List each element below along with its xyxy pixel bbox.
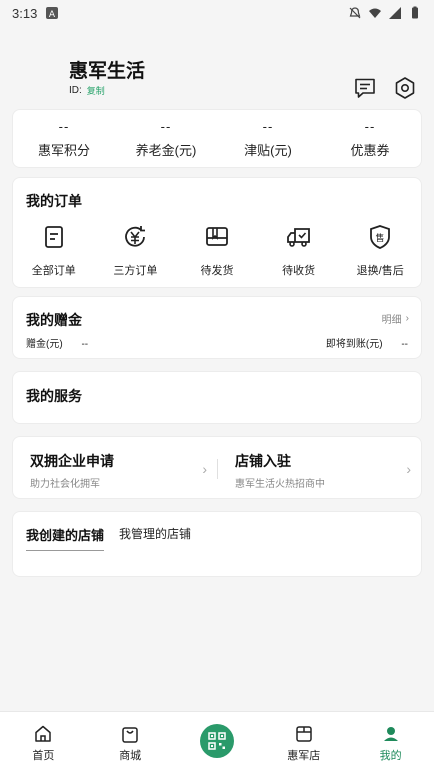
gift-card: 我的赠金 明细 › 赠金(元) -- 即将到账(元) -- [12, 296, 422, 359]
order-label: 待发货 [200, 265, 234, 277]
home-icon [35, 725, 52, 742]
order-after-sale-button[interactable]: 售 退换/售后 [339, 224, 421, 278]
stat-value: -- [58, 118, 70, 134]
orders-card: 我的订单 全部订单 三方订单 待发货 待收货 售 退换/售后 [12, 177, 422, 288]
tab-scan[interactable] [174, 712, 261, 771]
stat-label: 优惠券 [350, 142, 390, 158]
gift-balance-label: 赠金(元) [26, 339, 63, 350]
stats-card: -- 惠军积分 -- 养老金(元) -- 津贴(元) -- 优惠券 [12, 109, 422, 168]
message-icon[interactable] [353, 76, 377, 100]
chevron-right-icon: › [405, 313, 409, 324]
shopping-bag-icon [122, 727, 138, 743]
stat-value: -- [364, 118, 376, 134]
document-icon [44, 226, 63, 248]
svg-text:售: 售 [376, 232, 385, 244]
order-label: 三方订单 [113, 265, 158, 277]
store-join-button[interactable]: 店铺入驻 惠军生活火热招商中 › [217, 437, 421, 498]
tab-label: 我的 [379, 750, 402, 762]
shops-card: 我创建的店铺 我管理的店铺 [12, 511, 422, 577]
stat-label: 津贴(元) [244, 142, 292, 158]
apply-title: 双拥企业申请 [30, 453, 114, 469]
tab-home[interactable]: 首页 [0, 712, 87, 771]
tab-label: 惠军店 [287, 750, 321, 762]
copy-id-link[interactable]: 复制 [87, 84, 105, 97]
order-label: 全部订单 [31, 265, 76, 277]
battery-icon [412, 6, 418, 19]
profile-header: 惠军生活 ID: 复制 [0, 26, 434, 106]
stat-value: -- [262, 118, 274, 134]
enterprise-apply-button[interactable]: 双拥企业申请 助力社会化拥军 › [13, 437, 217, 498]
status-time: 3:13 [12, 5, 38, 21]
chevron-right-icon: › [406, 461, 411, 477]
apply-card: 双拥企业申请 助力社会化拥军 › 店铺入驻 惠军生活火热招商中 › [12, 436, 422, 499]
yuan-refresh-icon [125, 226, 146, 247]
svg-text:A: A [49, 10, 56, 20]
tab-my-created-shops[interactable]: 我创建的店铺 [26, 525, 105, 551]
mute-icon [349, 7, 361, 19]
qr-code-icon [208, 732, 226, 750]
tab-label: 首页 [32, 750, 55, 762]
stat-coupons[interactable]: -- 优惠券 [319, 110, 421, 167]
apply-title: 店铺入驻 [235, 453, 291, 469]
order-row: 全部订单 三方订单 待发货 待收货 售 退换/售后 [13, 224, 421, 278]
services-card: 我的服务 [12, 371, 422, 424]
gift-title: 我的赠金 [26, 312, 82, 328]
apply-subtitle: 助力社会化拥军 [30, 479, 100, 490]
shield-sale-icon: 售 [370, 225, 391, 249]
order-to-ship-button[interactable]: 待发货 [176, 224, 258, 278]
stat-label: 惠军积分 [37, 142, 90, 158]
status-bar: 3:13 A [0, 0, 434, 26]
detail-label: 明细 [381, 315, 402, 326]
stat-points[interactable]: -- 惠军积分 [13, 110, 115, 167]
stat-value: -- [160, 118, 172, 134]
signal-icon [389, 7, 401, 19]
stat-label: 养老金(元) [135, 142, 197, 158]
chevron-right-icon: › [202, 461, 207, 477]
tab-mine[interactable]: 我的 [347, 712, 434, 771]
gift-pending-value: -- [401, 339, 408, 350]
gift-detail-link[interactable]: 明细 › [382, 311, 409, 326]
store-icon [296, 726, 312, 742]
tab-label: 商城 [119, 750, 142, 762]
user-id-row: ID: 复制 [69, 84, 105, 97]
gift-balance-row: 赠金(元) -- 即将到账(元) -- [26, 335, 408, 350]
user-icon [383, 727, 398, 741]
services-title: 我的服务 [26, 388, 82, 404]
bottom-tab-bar: 首页 商城 惠军店 我的 [0, 711, 434, 771]
tab-store[interactable]: 惠军店 [260, 712, 347, 771]
truck-icon [286, 228, 310, 247]
qr-button[interactable] [199, 724, 234, 758]
id-label: ID: [69, 85, 82, 96]
header-actions [353, 76, 417, 100]
orders-title: 我的订单 [26, 193, 82, 209]
tab-my-managed-shops[interactable]: 我管理的店铺 [119, 525, 191, 542]
notification-a-icon: A [46, 7, 59, 20]
page-title: 惠军生活 [69, 61, 146, 82]
stat-allowance[interactable]: -- 津贴(元) [217, 110, 319, 167]
tab-mall[interactable]: 商城 [87, 712, 174, 771]
gift-balance-value: -- [81, 339, 89, 350]
box-icon [206, 227, 228, 246]
wifi-icon [369, 8, 381, 18]
apply-subtitle: 惠军生活火热招商中 [235, 479, 325, 490]
order-to-receive-button[interactable]: 待收货 [258, 224, 340, 278]
avatar[interactable] [14, 54, 58, 98]
order-label: 退换/售后 [356, 265, 404, 277]
gift-pending-label: 即将到账(元) [325, 339, 383, 350]
stat-pension[interactable]: -- 养老金(元) [115, 110, 217, 167]
settings-icon[interactable] [393, 76, 417, 100]
order-all-button[interactable]: 全部订单 [13, 224, 95, 278]
order-label: 待收货 [282, 265, 316, 277]
order-third-party-button[interactable]: 三方订单 [95, 224, 177, 278]
